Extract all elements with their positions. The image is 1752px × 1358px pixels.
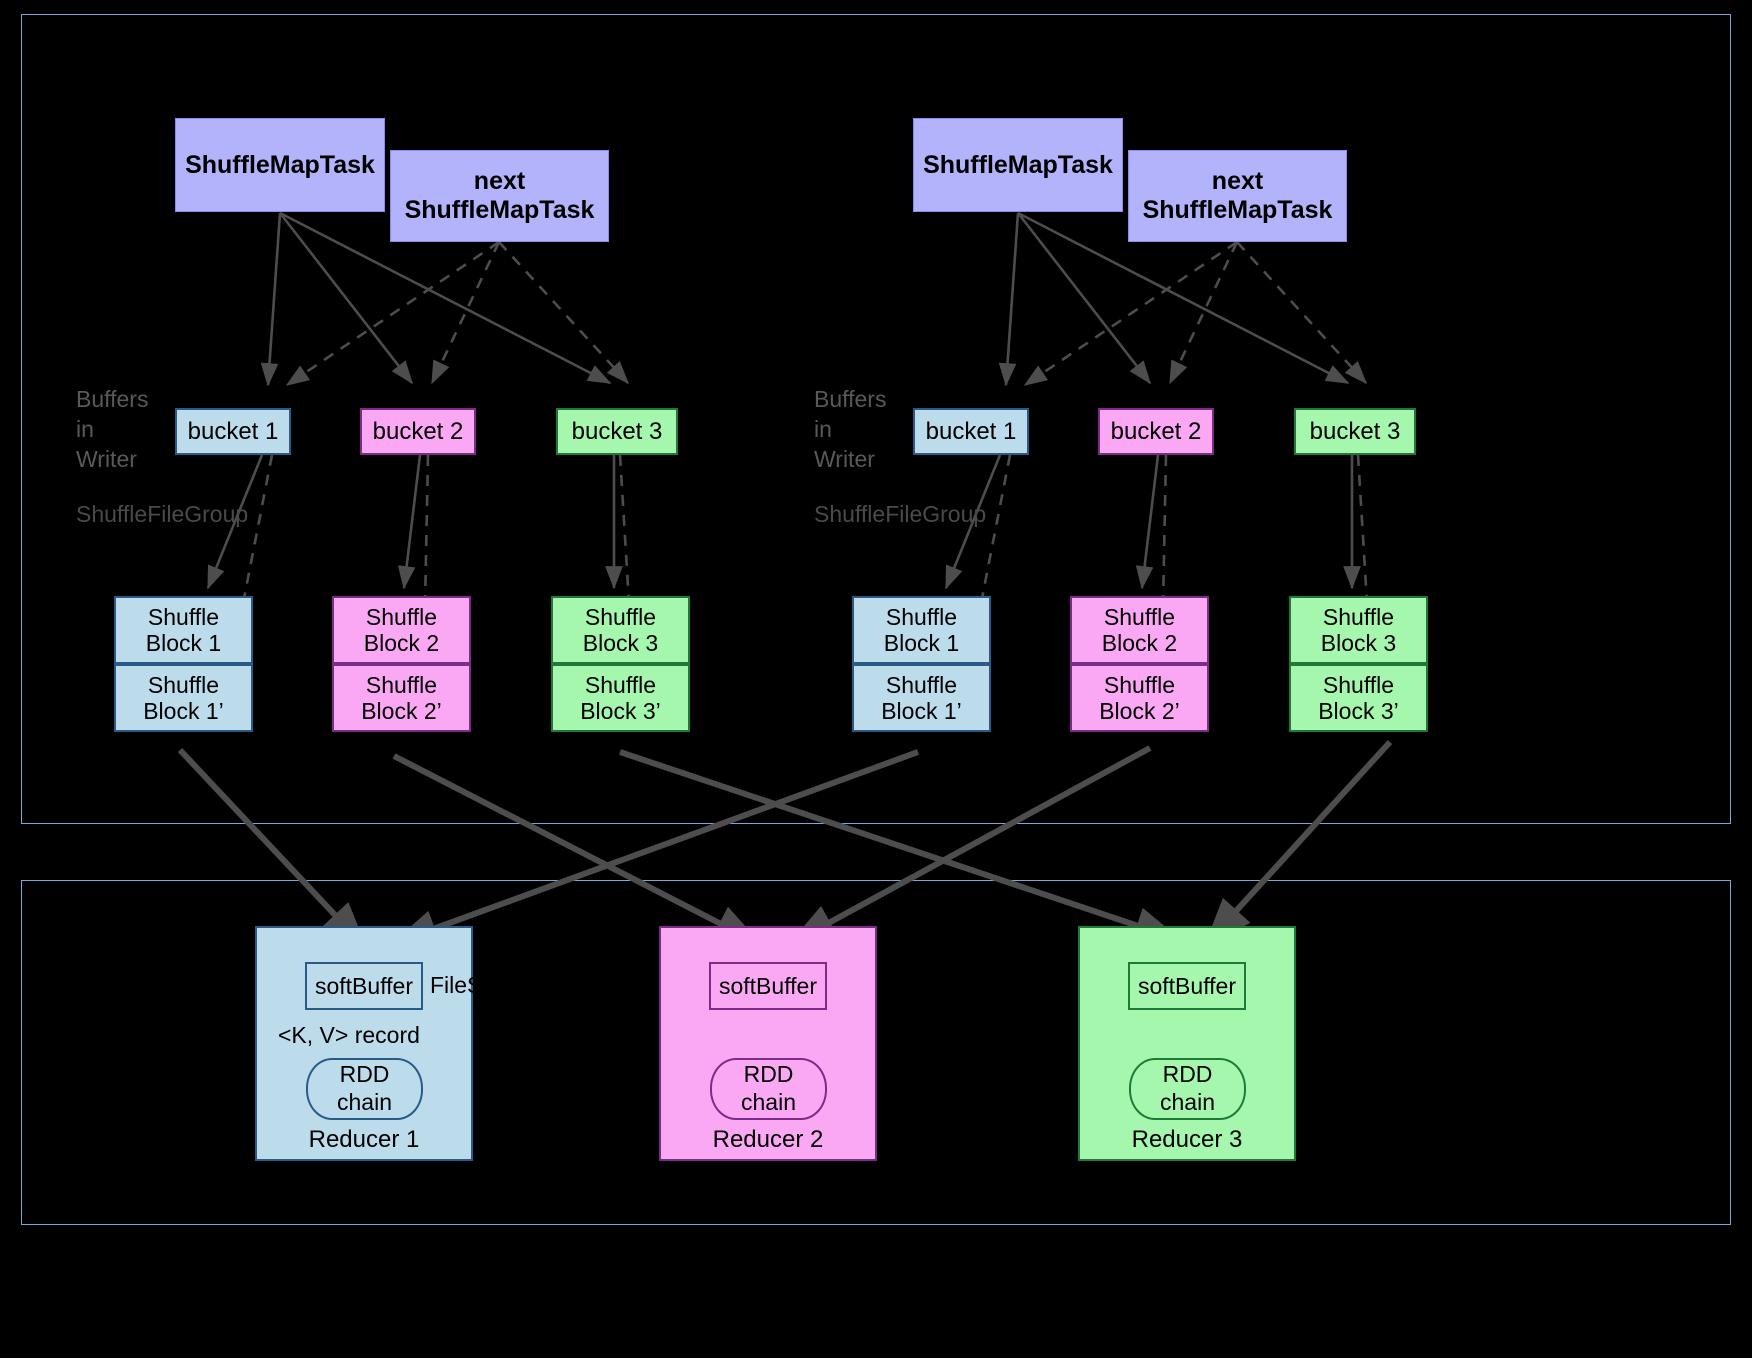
file-segment-label: FileSegment: [430, 972, 473, 998]
buffers-in-writer-label-2: Buffers in Writer: [814, 385, 886, 475]
bucket-box-1-2[interactable]: bucket 2: [360, 408, 476, 455]
bucket-box-2-2[interactable]: bucket 2: [1098, 408, 1214, 455]
buffers-in-writer-label-1: Buffers in Writer: [76, 385, 148, 475]
map-task-label: ShuffleMapTask: [923, 150, 1113, 179]
shuffle-file-group-label-2: ShuffleFileGroup: [814, 501, 987, 527]
shuffle-block-line2: Block 1: [883, 630, 960, 656]
shuffle-block-prime-line2: Block 1’: [881, 698, 962, 724]
shuffle-block-prime-line1: Shuffle: [1103, 671, 1176, 698]
buffers-label-line1: Buffers: [76, 386, 149, 412]
shuffle-block-line2: Block 2: [1101, 630, 1178, 656]
rdd-chain-box-3[interactable]: RDD chain: [1129, 1058, 1246, 1120]
soft-buffer-label: softBuffer: [718, 972, 818, 999]
shuffle-block-line1: Shuffle: [885, 603, 958, 630]
buffers-label-line3: Writer: [814, 445, 875, 472]
bucket-label: bucket 2: [372, 417, 464, 445]
shuffle-block-prime-box-1-3[interactable]: Shuffle Block 3’: [551, 664, 690, 732]
shuffle-block-box-2-2[interactable]: Shuffle Block 2: [1070, 596, 1209, 664]
shuffle-block-prime-line2: Block 3’: [1318, 698, 1399, 724]
shuffle-block-line1: Shuffle: [147, 603, 220, 630]
soft-buffer-box-3[interactable]: softBuffer: [1128, 962, 1246, 1010]
bucket-box-1-1[interactable]: bucket 1: [175, 408, 291, 455]
shuffle-block-prime-line2: Block 3’: [580, 698, 661, 724]
soft-buffer-box-1[interactable]: softBuffer: [305, 962, 423, 1010]
shuffle-block-prime-line1: Shuffle: [885, 671, 958, 698]
shuffle-block-box-1-3[interactable]: Shuffle Block 3: [551, 596, 690, 664]
shuffle-block-line1: Shuffle: [1103, 603, 1176, 630]
bucket-box-2-1[interactable]: bucket 1: [913, 408, 1029, 455]
shuffle-block-prime-line1: Shuffle: [1322, 671, 1395, 698]
soft-buffer-box-2[interactable]: softBuffer: [709, 962, 827, 1010]
bucket-label: bucket 1: [925, 417, 1017, 445]
shuffle-block-line2: Block 2: [363, 630, 440, 656]
shuffle-block-prime-line2: Block 2’: [361, 698, 442, 724]
shuffle-block-line1: Shuffle: [365, 603, 438, 630]
rdd-chain-line1: RDD: [339, 1061, 390, 1088]
shuffle-file-group-label-1: ShuffleFileGroup: [76, 501, 249, 527]
shuffle-block-prime-line1: Shuffle: [365, 671, 438, 698]
shuffle-block-prime-box-1-2[interactable]: Shuffle Block 2’: [332, 664, 471, 732]
shuffle-block-prime-line2: Block 1’: [143, 698, 224, 724]
bucket-box-1-3[interactable]: bucket 3: [556, 408, 678, 455]
shuffle-block-prime-line1: Shuffle: [147, 671, 220, 698]
file-segment-clip-1: FileSegment: [430, 962, 473, 1010]
diagram-canvas: ShuffleMapTask next ShuffleMapTask Buffe…: [0, 0, 1752, 1358]
map-task-box-1[interactable]: ShuffleMapTask: [175, 118, 385, 212]
bucket-box-2-3[interactable]: bucket 3: [1294, 408, 1416, 455]
reducer-label-2: Reducer 2: [712, 1126, 824, 1153]
shuffle-block-box-2-1[interactable]: Shuffle Block 1: [852, 596, 991, 664]
shuffle-block-line2: Block 1: [145, 630, 222, 656]
rdd-chain-box-1[interactable]: RDD chain: [306, 1058, 423, 1120]
shuffle-block-line2: Block 3: [582, 630, 659, 656]
bucket-label: bucket 3: [571, 417, 663, 445]
buffers-label-line1: Buffers: [814, 386, 887, 412]
rdd-chain-line2: chain: [1160, 1089, 1215, 1115]
rdd-chain-line1: RDD: [1162, 1061, 1213, 1088]
soft-buffer-label: softBuffer: [314, 972, 414, 999]
rdd-chain-box-2[interactable]: RDD chain: [710, 1058, 827, 1120]
next-map-task-label-line2: ShuffleMapTask: [404, 196, 595, 224]
rdd-chain-line1: RDD: [743, 1061, 794, 1088]
shuffle-block-line2: Block 3: [1320, 630, 1397, 656]
buffers-label-line3: Writer: [76, 445, 137, 472]
shuffle-block-line1: Shuffle: [584, 603, 657, 630]
reducer-label-1: Reducer 1: [308, 1126, 420, 1153]
shuffle-block-line1: Shuffle: [1322, 603, 1395, 630]
buffers-label-line2: in: [76, 415, 94, 442]
map-task-label: ShuffleMapTask: [185, 150, 375, 179]
shuffle-block-prime-box-2-3[interactable]: Shuffle Block 3’: [1289, 664, 1428, 732]
shuffle-block-prime-box-1-1[interactable]: Shuffle Block 1’: [114, 664, 253, 732]
bucket-label: bucket 1: [187, 417, 279, 445]
next-map-task-label-line2: ShuffleMapTask: [1142, 196, 1333, 224]
rdd-chain-line2: chain: [741, 1089, 796, 1115]
next-map-task-label-line1: next: [1211, 167, 1264, 196]
shuffle-block-prime-box-2-1[interactable]: Shuffle Block 1’: [852, 664, 991, 732]
shuffle-block-box-1-1[interactable]: Shuffle Block 1: [114, 596, 253, 664]
shuffle-block-prime-line2: Block 2’: [1099, 698, 1180, 724]
shuffle-block-box-2-3[interactable]: Shuffle Block 3: [1289, 596, 1428, 664]
rdd-chain-line2: chain: [337, 1089, 392, 1115]
buffers-label-line2: in: [814, 415, 832, 442]
reducer-label-3: Reducer 3: [1131, 1126, 1243, 1153]
shuffle-block-prime-box-2-2[interactable]: Shuffle Block 2’: [1070, 664, 1209, 732]
bucket-label: bucket 3: [1309, 417, 1401, 445]
shuffle-block-prime-line1: Shuffle: [584, 671, 657, 698]
record-label-1: <K, V> record: [278, 1022, 420, 1048]
map-task-box-2[interactable]: ShuffleMapTask: [913, 118, 1123, 212]
next-map-task-box-1[interactable]: next ShuffleMapTask: [390, 150, 609, 242]
bucket-label: bucket 2: [1110, 417, 1202, 445]
soft-buffer-label: softBuffer: [1137, 972, 1237, 999]
next-map-task-box-2[interactable]: next ShuffleMapTask: [1128, 150, 1347, 242]
next-map-task-label-line1: next: [473, 167, 526, 196]
shuffle-block-box-1-2[interactable]: Shuffle Block 2: [332, 596, 471, 664]
